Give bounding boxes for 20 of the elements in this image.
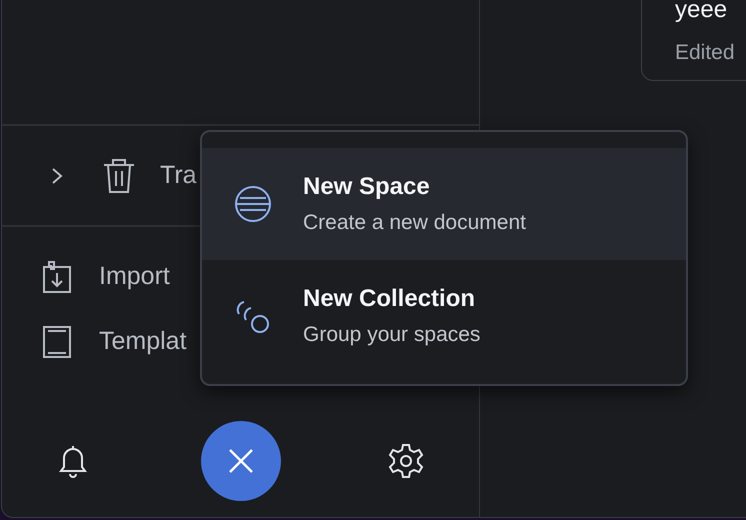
- chevron-icon[interactable]: [50, 166, 64, 186]
- card-title: yeee: [675, 0, 728, 23]
- card-meta: Edited: [675, 41, 736, 65]
- close-icon: [228, 448, 254, 474]
- settings-icon[interactable]: [388, 443, 424, 479]
- import-icon: [42, 260, 72, 294]
- bell-icon[interactable]: [57, 443, 89, 479]
- menu-item-title: New Collection: [303, 285, 476, 313]
- menu-item[interactable]: New Collection Group your spaces: [202, 260, 686, 372]
- document-card[interactable]: yeee Edited: [641, 0, 746, 81]
- sidebar-item[interactable]: Import: [99, 262, 170, 291]
- menu-item-title: New Space: [303, 173, 431, 201]
- trash-icon: [102, 158, 136, 194]
- menu-item-description: Group your spaces: [303, 323, 480, 347]
- list-circle-icon: [234, 185, 272, 223]
- menu-item-description: Create a new document: [303, 211, 526, 235]
- menu-item[interactable]: New Space Create a new document: [202, 148, 686, 260]
- trash-label[interactable]: Tra: [160, 161, 197, 190]
- template-icon: [42, 324, 72, 358]
- sidebar-item[interactable]: Templat: [99, 327, 187, 356]
